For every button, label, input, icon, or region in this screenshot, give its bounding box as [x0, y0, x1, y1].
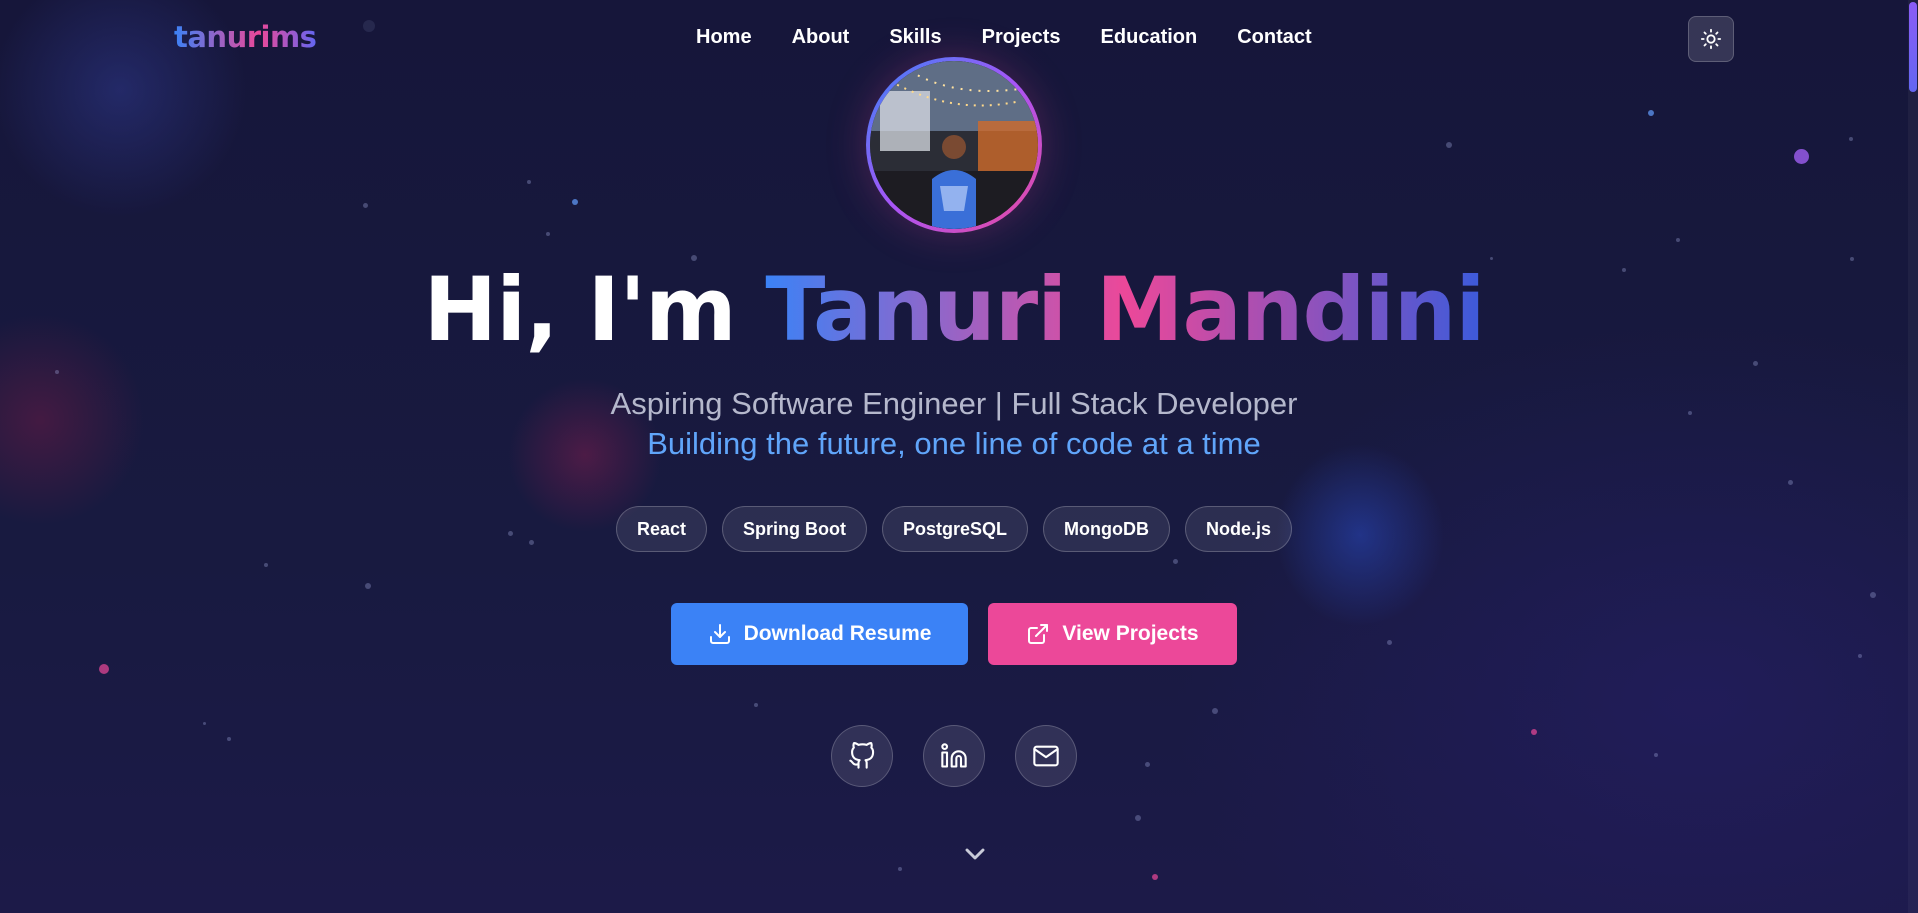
- headline-greeting: Hi, I'm: [423, 258, 736, 361]
- tag-nodejs: Node.js: [1185, 506, 1293, 552]
- linkedin-link[interactable]: [923, 725, 985, 787]
- hero-tagline: Building the future, one line of code at…: [647, 426, 1261, 461]
- nav-home[interactable]: Home: [696, 26, 752, 49]
- cta-buttons: Download Resume View Projects: [0, 603, 1908, 665]
- nav-contact[interactable]: Contact: [1237, 26, 1311, 49]
- nav-about[interactable]: About: [792, 26, 850, 49]
- scrollbar-thumb[interactable]: [1909, 2, 1917, 92]
- nav-links: Home About Skills Projects Education Con…: [696, 26, 1312, 49]
- linkedin-icon: [941, 743, 967, 768]
- social-links: [0, 725, 1908, 787]
- email-link[interactable]: [1015, 725, 1077, 787]
- navbar: tanurims Home About Skills Projects Educ…: [0, 0, 1918, 80]
- hero-headline: Hi, I'm Tanuri Mandini: [0, 258, 1908, 361]
- chevron-down-icon[interactable]: [959, 838, 991, 870]
- tag-react: React: [615, 506, 707, 552]
- download-icon: [709, 624, 730, 644]
- github-icon: [849, 742, 875, 769]
- tech-tags: React Spring Boot PostgreSQL MongoDB Nod…: [0, 506, 1908, 552]
- view-projects-label: View Projects: [1062, 622, 1199, 645]
- theme-toggle-button[interactable]: [1688, 16, 1734, 62]
- headline-name: Tanuri Mandini: [765, 258, 1485, 361]
- download-resume-label: Download Resume: [743, 622, 932, 645]
- avatar: [866, 57, 1042, 233]
- external-link-icon: [1028, 624, 1049, 644]
- tag-postgresql: PostgreSQL: [881, 506, 1029, 552]
- profile-photo: [870, 61, 1038, 229]
- github-link[interactable]: [831, 725, 893, 787]
- sun-icon: [1700, 28, 1722, 50]
- hero-subtitle: Aspiring Software Engineer | Full Stack …: [610, 386, 1298, 421]
- view-projects-button[interactable]: View Projects: [988, 603, 1237, 665]
- tag-spring-boot: Spring Boot: [722, 506, 867, 552]
- scrollbar[interactable]: [1908, 0, 1918, 913]
- nav-skills[interactable]: Skills: [889, 26, 941, 49]
- hero-section: Hi, I'm Tanuri Mandini Aspiring Software…: [0, 0, 1918, 913]
- nav-projects[interactable]: Projects: [982, 26, 1061, 49]
- tag-mongodb: MongoDB: [1043, 506, 1170, 552]
- nav-education[interactable]: Education: [1101, 26, 1198, 49]
- logo[interactable]: tanurims: [174, 20, 317, 54]
- download-resume-button[interactable]: Download Resume: [671, 603, 968, 665]
- mail-icon: [1033, 745, 1059, 767]
